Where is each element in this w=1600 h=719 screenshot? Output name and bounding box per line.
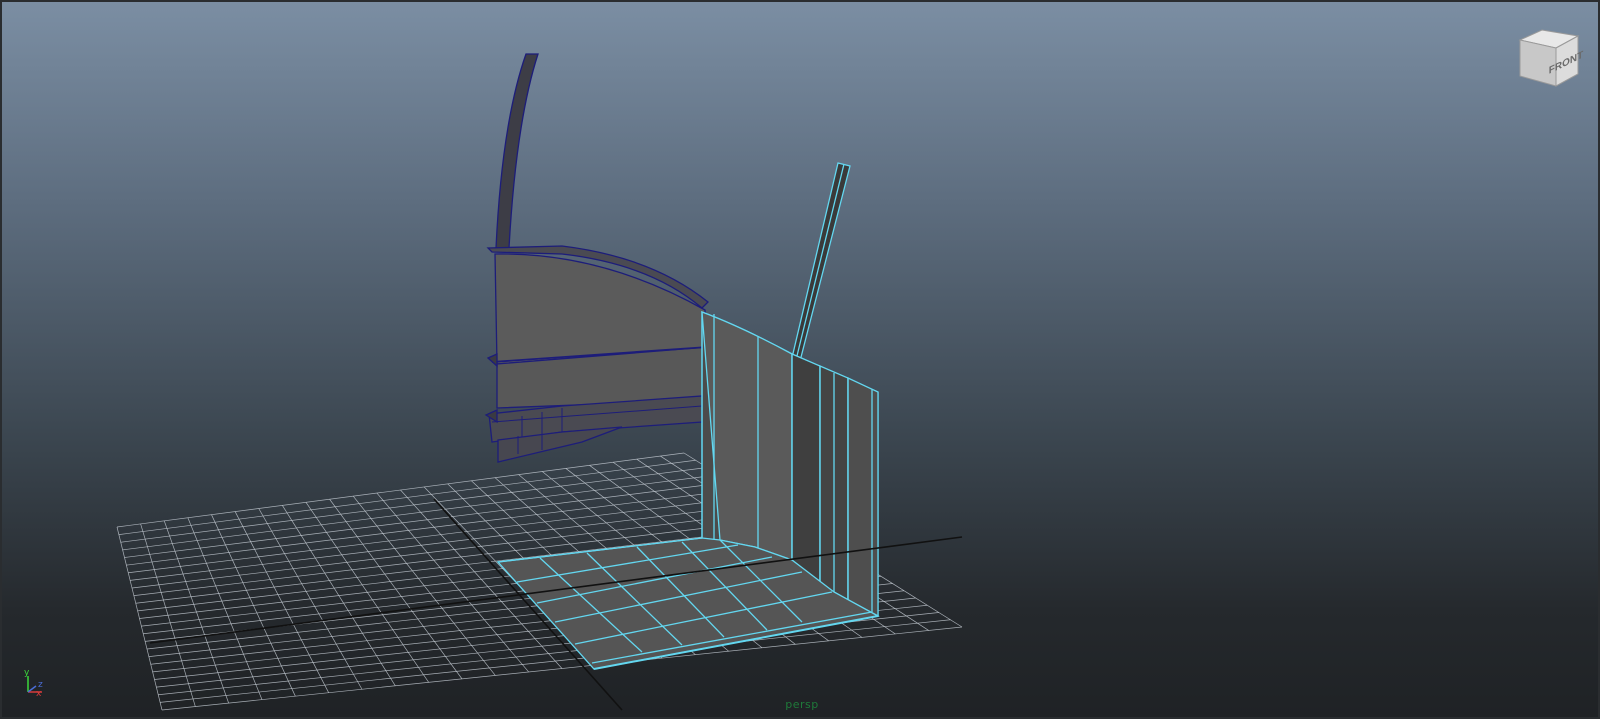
view-cube-icon[interactable]: FRONT xyxy=(1512,26,1588,96)
back-panel-mesh[interactable] xyxy=(484,53,710,463)
axis-indicator: y x z xyxy=(24,668,43,699)
grid-line xyxy=(160,619,951,703)
grid-line xyxy=(161,626,963,711)
scene-canvas[interactable] xyxy=(2,2,1600,719)
x-axis-label: x xyxy=(36,689,42,699)
y-axis-label: y xyxy=(24,668,30,678)
view-cube[interactable]: FRONT xyxy=(1512,26,1588,96)
persp-viewport[interactable]: FRONT y x z persp xyxy=(0,0,1600,719)
z-axis-label: z xyxy=(38,680,43,690)
camera-name-label: persp xyxy=(785,698,819,711)
z-axis-line xyxy=(27,685,37,693)
